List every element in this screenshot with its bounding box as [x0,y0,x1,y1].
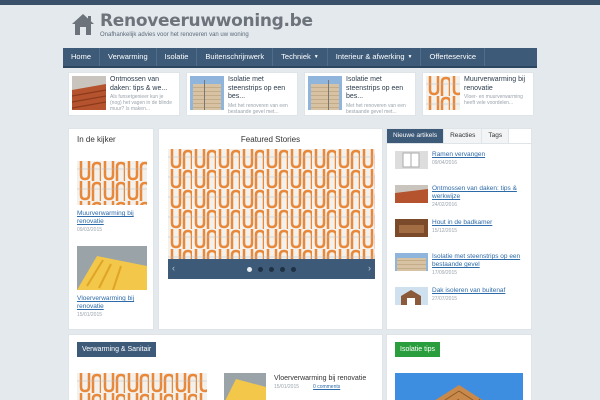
nav-offerteservice[interactable]: Offerteservice [421,48,486,66]
chevron-left-icon[interactable]: ‹ [172,263,175,273]
article-item[interactable]: Hout in de badkamer 15/12/2015 [395,219,529,241]
tabs-panel: Nieuwe artikels Reacties Tags Ramen verv… [386,128,533,330]
nav-label: Interieur & afwerking [335,52,405,61]
comments-link[interactable]: 0 comments [313,384,340,390]
slide-dot[interactable] [291,266,296,272]
nav-verwarming[interactable]: Verwarming [100,48,157,66]
nav-label: Offerteservice [429,52,477,61]
section-item-text: Vloerverwarming bij renovatie 15/01/2015… [274,375,379,390]
strip-card[interactable]: Isolatie met steenstrips op een bes... M… [304,72,416,116]
caret-down-icon: ▼ [313,54,319,60]
strip-title: Isolatie met steenstrips op een bes... [228,76,286,100]
site-logo[interactable]: Renoveeruwwoning.be Onafhankelijk advies… [70,12,313,42]
heating-image[interactable] [77,373,207,400]
site-title: Renoveeruwwoning.be [100,11,313,31]
slide-dot[interactable] [269,266,274,272]
strip-title: Ontmossen van daken: tips & we... [110,76,168,92]
strip-title: Isolatie met steenstrips op een bes... [346,76,404,100]
nav-label: Techniek [281,52,311,61]
article-date: 17/09/2015 [432,270,458,276]
heating-image [77,161,147,205]
tab-tags[interactable]: Tags [482,129,510,143]
top-article-strip: Ontmossen van daken: tips & we... Als fu… [68,72,534,118]
strip-excerpt: Met het renoveren van een bestaande geve… [346,102,406,115]
article-item[interactable]: Ramen vervangen 09/04/2016 [395,151,529,173]
kijker-item[interactable]: Vloerverwarming bij renovatie 15/01/2015 [77,246,147,318]
bathroom-thumbnail [395,219,428,237]
nav-label: Isolatie [164,52,189,61]
featured-slide-image[interactable] [168,149,375,265]
heating-thumbnail [426,76,460,110]
nav-label: Home [71,52,92,61]
nav-label: Verwarming [108,52,148,61]
strip-card[interactable]: Isolatie met steenstrips op een bes... M… [186,72,298,116]
panel-heading: In de kijker [77,135,116,144]
kijker-link[interactable]: Muurverwarming bij renovatie [77,210,147,226]
nav-techniek[interactable]: Techniek ▼ [273,48,328,66]
facade-thumbnail [308,76,342,110]
nav-label: Buitenschrijnwerk [205,52,265,61]
section-heading: Isolatie tips [395,342,441,357]
kijker-link[interactable]: Vloerverwarming bij renovatie [77,295,147,311]
slide-dot[interactable] [247,266,252,272]
slide-dot[interactable] [280,266,285,272]
kijker-date: 15/01/2015 [77,312,103,318]
verwarming-section: Verwarming & Sanitair Vloerverwarming bi… [68,334,383,400]
chevron-right-icon[interactable]: › [368,263,371,273]
section-item-meta: 15/01/2015 0 comments [274,384,379,390]
site-tagline: Onafhankelijk advies voor het renoveren … [100,32,249,38]
house-icon [72,14,94,35]
article-item[interactable]: Ontmossen van daken: tips & werkwijze 24… [395,185,529,208]
section-heading: Verwarming & Sanitair [77,342,157,357]
facade-thumbnail [190,76,224,110]
isolatie-section: Isolatie tips [386,334,532,400]
article-title[interactable]: Hout in de badkamer [432,219,492,227]
top-accent-bar [0,0,600,5]
strip-excerpt: Met het renoveren van een bestaande geve… [228,102,288,115]
kijker-item[interactable]: Muurverwarming bij renovatie 09/03/2015 [77,161,147,233]
floor-heating-image [77,246,147,291]
in-de-kijker-panel: In de kijker Muurverwarming bij renovati… [68,128,154,330]
section-item-title[interactable]: Vloerverwarming bij renovatie [274,375,379,382]
tab-nieuwe-artikels[interactable]: Nieuwe artikels [387,129,445,143]
facade-thumbnail [395,253,428,271]
nav-buitenschrijnwerk[interactable]: Buitenschrijnwerk [197,48,274,66]
floor-heating-thumbnail[interactable] [224,373,266,400]
article-date: 27/07/2015 [432,296,458,302]
strip-card[interactable]: Ontmossen van daken: tips & we... Als fu… [68,72,180,116]
slider-pagination: ‹ › [168,259,375,279]
strip-excerpt: Als funsetgenieer kun je (nog) het vagen… [110,94,172,112]
roof-thumbnail [395,185,428,203]
tab-bar: Nieuwe artikels Reacties Tags [387,129,533,144]
featured-stories-panel: Featured Stories ‹ › [158,128,383,330]
kijker-date: 09/03/2015 [77,227,103,233]
article-date: 15/12/2015 [432,228,458,234]
strip-excerpt: Vloer- en muurverwarming heeft vele voor… [464,94,523,106]
main-nav: Home Verwarming Isolatie Buitenschrijnwe… [63,48,537,68]
article-item[interactable]: Isolatie met steenstrips op een bestaand… [395,253,529,276]
article-title[interactable]: Ontmossen van daken: tips & werkwijze [432,185,529,201]
slide-dot[interactable] [258,266,263,272]
article-title[interactable]: Ramen vervangen [432,151,485,159]
nav-isolatie[interactable]: Isolatie [157,48,198,66]
window-thumbnail [395,151,428,169]
panel-heading: Featured Stories [240,135,301,144]
nav-home[interactable]: Home [63,48,101,66]
roof-thumbnail [72,76,106,110]
roof-construction-image[interactable] [395,373,523,400]
caret-down-icon: ▼ [407,54,413,60]
tab-reacties[interactable]: Reacties [444,129,483,143]
strip-card[interactable]: Muurverwarming bij renovatie Vloer- en m… [422,72,534,116]
article-title[interactable]: Isolatie met steenstrips op een bestaand… [432,253,529,269]
strip-title: Muurverwarming bij renovatie [464,76,526,92]
nav-interieur[interactable]: Interieur & afwerking ▼ [328,48,422,66]
house-thumbnail [395,287,428,305]
section-item-date: 15/01/2015 [274,384,300,390]
article-item[interactable]: Dak isoleren van buitenaf 27/07/2015 [395,287,529,309]
article-date: 09/04/2016 [432,160,458,166]
article-title[interactable]: Dak isoleren van buitenaf [432,287,505,295]
article-date: 24/02/2016 [432,202,458,208]
